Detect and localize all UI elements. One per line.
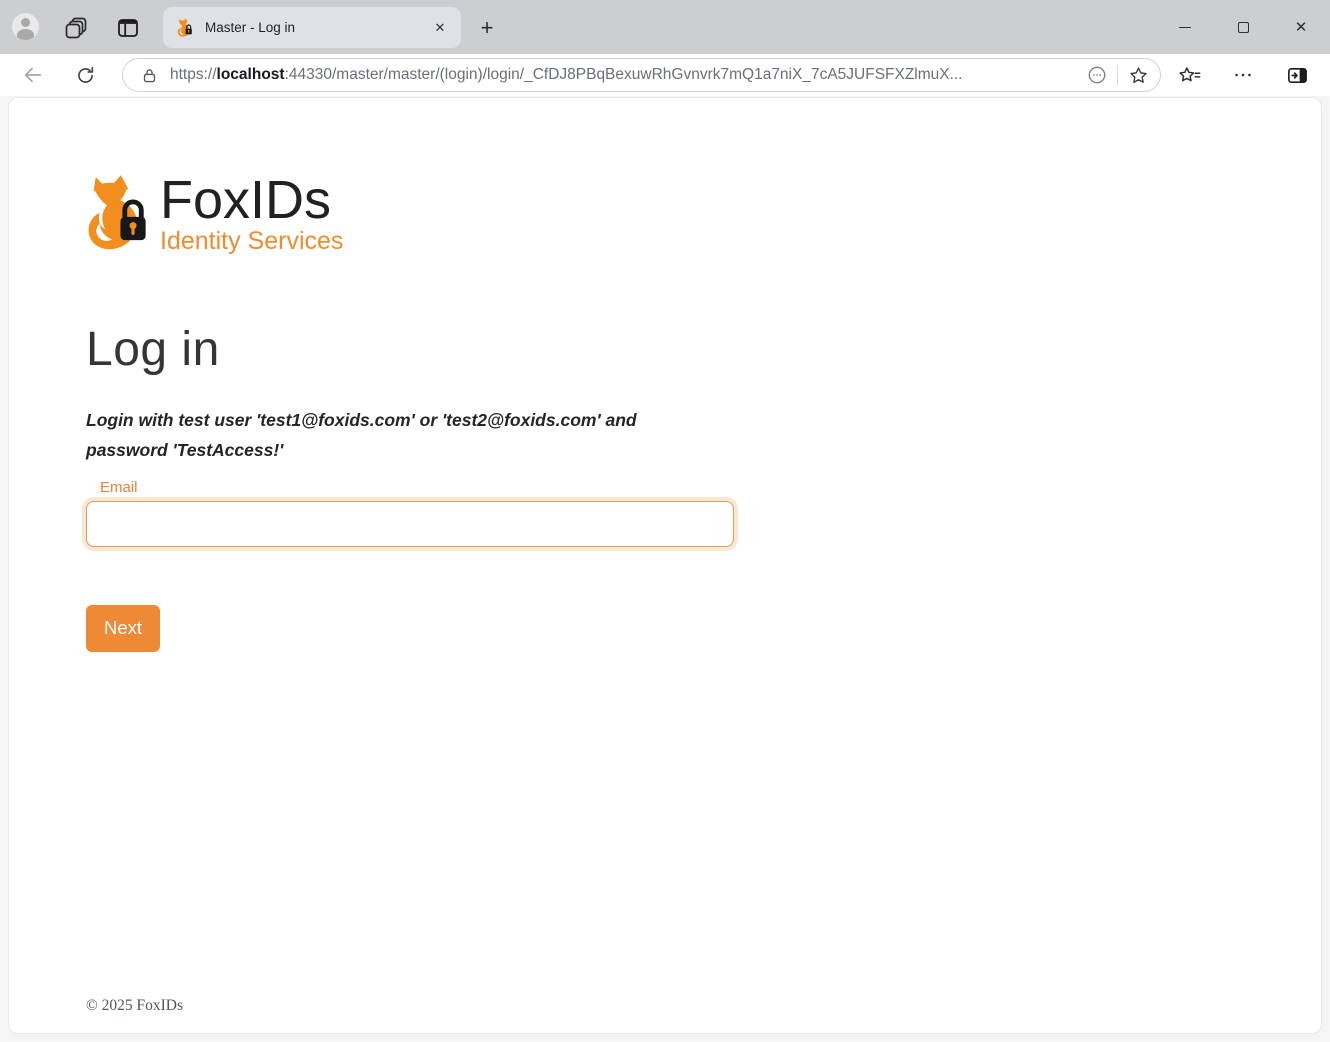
toolbar-right-icons bbox=[1173, 60, 1313, 90]
lock-icon bbox=[141, 67, 158, 84]
browser-window: Master - Log in ✕ + ✕ bbox=[0, 0, 1330, 1042]
address-bar-divider bbox=[1117, 65, 1118, 85]
foxids-logo: FoxIDs Identity Services bbox=[86, 173, 1281, 256]
new-tab-button[interactable]: + bbox=[472, 13, 502, 43]
url-text[interactable]: https://localhost:44330/master/master/(l… bbox=[170, 66, 1083, 84]
back-arrow-icon bbox=[22, 64, 44, 86]
address-bar[interactable]: https://localhost:44330/master/master/(l… bbox=[122, 58, 1161, 92]
login-instructions: Login with test user 'test1@foxids.com' … bbox=[86, 405, 718, 465]
minimize-icon bbox=[1179, 27, 1191, 28]
page-content: FoxIDs Identity Services Log in Login wi… bbox=[8, 97, 1322, 1034]
page-title: Log in bbox=[86, 322, 1281, 377]
vertical-tabs-icon[interactable] bbox=[114, 14, 142, 42]
profile-avatar-icon[interactable] bbox=[12, 13, 39, 40]
browser-toolbar: https://localhost:44330/master/master/(l… bbox=[0, 54, 1330, 96]
window-controls: ✕ bbox=[1156, 0, 1330, 54]
workspaces-icon[interactable] bbox=[62, 14, 90, 42]
back-button[interactable] bbox=[18, 60, 48, 90]
browser-viewport: FoxIDs Identity Services Log in Login wi… bbox=[0, 96, 1330, 1042]
email-input[interactable] bbox=[86, 501, 734, 547]
refresh-icon bbox=[75, 65, 96, 86]
browser-tab[interactable]: Master - Log in ✕ bbox=[163, 7, 461, 48]
login-form: Email bbox=[86, 479, 1281, 547]
close-icon: ✕ bbox=[1295, 18, 1308, 36]
maximize-icon bbox=[1238, 22, 1249, 33]
foxids-favicon-icon bbox=[175, 18, 195, 38]
footer-copyright: © 2025 FoxIDs bbox=[86, 997, 183, 1015]
browser-titlebar: Master - Log in ✕ + ✕ bbox=[0, 0, 1330, 54]
favorite-star-icon[interactable] bbox=[1124, 61, 1152, 89]
brand-tagline: Identity Services bbox=[160, 228, 343, 256]
refresh-button[interactable] bbox=[70, 60, 100, 90]
brand-name: FoxIDs bbox=[160, 173, 343, 227]
email-label: Email bbox=[100, 479, 1281, 496]
fox-lock-icon bbox=[86, 173, 150, 255]
more-menu-icon[interactable] bbox=[1227, 60, 1259, 90]
maximize-button[interactable] bbox=[1214, 0, 1272, 54]
sidebar-split-icon[interactable] bbox=[1281, 60, 1313, 90]
tab-title: Master - Log in bbox=[205, 20, 431, 35]
favorites-bar-icon[interactable] bbox=[1173, 60, 1205, 90]
tab-close-icon[interactable]: ✕ bbox=[431, 19, 449, 37]
minimize-button[interactable] bbox=[1156, 0, 1214, 54]
close-button[interactable]: ✕ bbox=[1272, 0, 1330, 54]
next-button[interactable]: Next bbox=[86, 605, 160, 652]
site-permissions-icon[interactable] bbox=[1083, 61, 1111, 89]
